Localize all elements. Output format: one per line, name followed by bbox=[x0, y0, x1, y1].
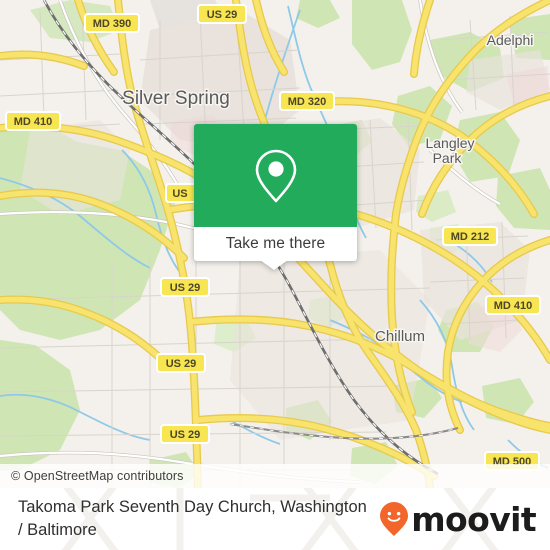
svg-text:US 29: US 29 bbox=[207, 9, 238, 21]
svg-text:US 29: US 29 bbox=[170, 282, 201, 294]
footer-bar: Takoma Park Seventh Day Church, Washingt… bbox=[0, 488, 550, 550]
svg-text:MD 390: MD 390 bbox=[93, 18, 132, 30]
map-label-adelphi: Adelphi bbox=[487, 32, 534, 48]
road-shield-us-29-top: US 29 bbox=[197, 4, 247, 24]
svg-text:MD 320: MD 320 bbox=[288, 96, 327, 108]
road-shield-md-320: MD 320 bbox=[279, 91, 335, 111]
svg-text:MD 410: MD 410 bbox=[494, 300, 533, 312]
callout-tail bbox=[260, 260, 288, 270]
footer-place-title: Takoma Park Seventh Day Church, Washingt… bbox=[18, 498, 367, 539]
road-shield-us-29-b: US 29 bbox=[156, 353, 206, 373]
road-shield-md-410-right: MD 410 bbox=[485, 295, 541, 315]
moovit-wordmark: moovit bbox=[411, 499, 536, 539]
svg-text:MD 410: MD 410 bbox=[14, 116, 53, 128]
attribution-text: © OpenStreetMap contributors bbox=[11, 469, 184, 483]
take-me-there-button[interactable]: Take me there bbox=[194, 227, 357, 261]
road-shield-us-29-a: US 29 bbox=[160, 277, 210, 297]
svg-text:MD 212: MD 212 bbox=[451, 231, 490, 243]
svg-text:US 29: US 29 bbox=[166, 358, 197, 370]
road-shield-us-29-c: US 29 bbox=[160, 424, 210, 444]
location-callout-card[interactable]: Take me there bbox=[194, 124, 357, 270]
map-label-silver-spring: Silver Spring bbox=[122, 88, 230, 109]
road-shield-md-390: MD 390 bbox=[84, 13, 140, 33]
svg-text:US 29: US 29 bbox=[170, 429, 201, 441]
map-label-park: Park bbox=[433, 150, 463, 166]
moovit-map-screenshot: Silver Spring Adelphi Langley Park Chill… bbox=[0, 0, 550, 550]
map-label-chillum: Chillum bbox=[375, 328, 425, 345]
svg-text:US: US bbox=[172, 188, 187, 200]
road-shield-md-410-left: MD 410 bbox=[5, 111, 61, 131]
take-me-there-label: Take me there bbox=[225, 235, 326, 252]
road-shield-md-212: MD 212 bbox=[442, 226, 498, 246]
map-label-langley: Langley bbox=[425, 135, 474, 151]
callout-pin-area bbox=[194, 124, 357, 227]
location-pin-icon bbox=[255, 149, 296, 202]
moovit-brand[interactable]: moovit bbox=[379, 499, 537, 539]
map-attribution: © OpenStreetMap contributors bbox=[0, 464, 550, 488]
moovit-smiley-pin-icon bbox=[380, 502, 409, 536]
